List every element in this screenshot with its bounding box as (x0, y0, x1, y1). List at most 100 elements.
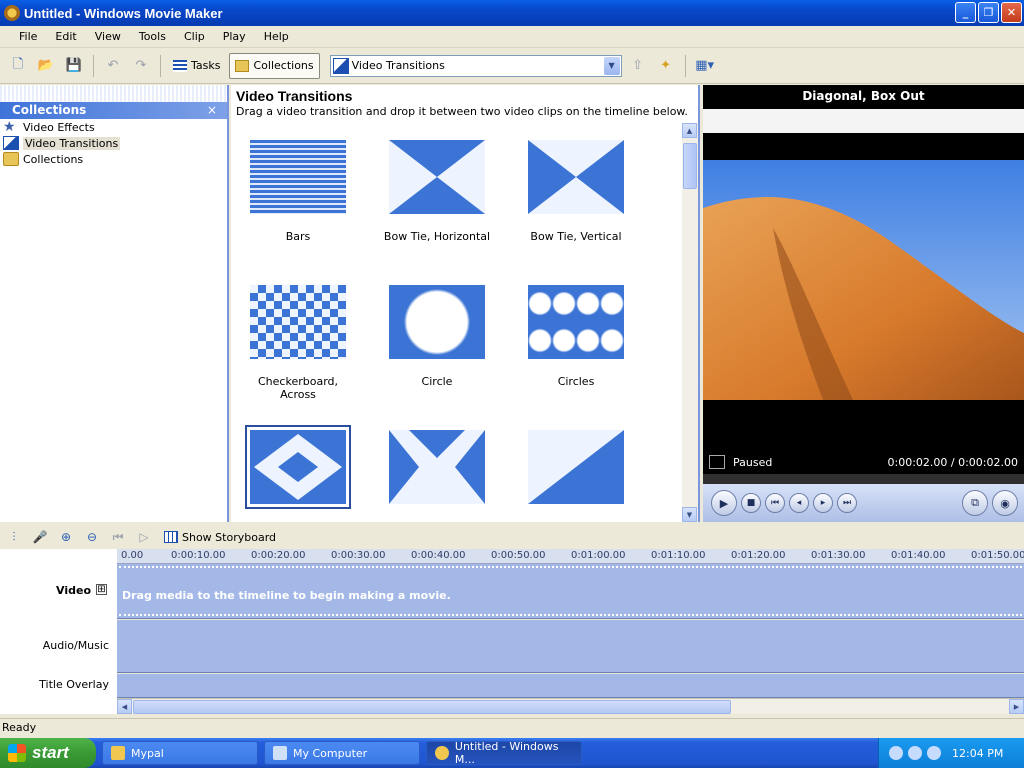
security-icon[interactable] (927, 746, 941, 760)
toolbar-separator (684, 54, 686, 77)
next-frame-button[interactable]: ⏭ (837, 493, 857, 513)
scroll-down-icon[interactable]: ▼ (682, 507, 697, 522)
up-level-icon[interactable]: ⇧ (626, 54, 650, 78)
bow-tie-vertical-graphic (528, 140, 624, 214)
zoom-in-icon[interactable]: ⊕ (56, 528, 76, 546)
contents-scrollbar[interactable]: ▲ ▼ (682, 123, 698, 522)
taskbar-item-movie-maker[interactable]: Untitled - Windows M... (426, 740, 582, 766)
playback-time: 0:00:02.00 / 0:00:02.00 (887, 455, 1019, 469)
windows-logo-icon (8, 744, 26, 762)
menu-edit[interactable]: Edit (46, 30, 85, 43)
taskbar-item-mypal[interactable]: Mypal (102, 741, 258, 765)
start-button[interactable]: start (0, 738, 96, 768)
menu-bar: File Edit View Tools Clip Play Help (0, 26, 1024, 48)
scroll-left-icon[interactable]: ◀ (117, 699, 132, 714)
taskbar-item-label: Untitled - Windows M... (454, 740, 559, 766)
toolbar-separator (93, 54, 94, 77)
fullscreen-icon[interactable] (709, 455, 725, 469)
ruler-tick: 0:00:20.00 (251, 550, 306, 561)
stop-button[interactable]: ■ (741, 493, 761, 513)
menu-play[interactable]: Play (214, 30, 255, 43)
close-pane-icon[interactable]: × (207, 102, 217, 119)
collection-item-video-effects[interactable]: ★ Video Effects (0, 119, 227, 135)
desert-dune-preview (703, 133, 1024, 479)
show-storyboard-button[interactable]: Show Storyboard (164, 531, 276, 544)
collections-button[interactable]: Collections (229, 52, 320, 79)
new-collection-folder-icon[interactable]: ✦ (654, 54, 678, 78)
transition-bars[interactable]: Bars (239, 140, 357, 243)
timeline-scrollbar[interactable]: ◀ ▶ (117, 698, 1024, 714)
network-icon[interactable] (889, 746, 903, 760)
close-button[interactable]: ✕ (1001, 2, 1022, 23)
set-audio-levels-icon[interactable]: ⫶ (4, 528, 24, 546)
rewind-timeline-icon[interactable]: ⏮ (108, 528, 128, 546)
split-clip-button[interactable]: ⧉ (962, 490, 988, 516)
open-project-icon[interactable]: 📂 (34, 54, 58, 78)
video-track[interactable]: Drag media to the timeline to begin maki… (117, 564, 1024, 619)
seek-bar[interactable] (703, 474, 1024, 484)
new-project-icon[interactable]: 🗋 (6, 54, 30, 78)
circles-thumbnail (528, 285, 624, 359)
menu-view[interactable]: View (86, 30, 130, 43)
audio-music-track[interactable] (117, 620, 1024, 673)
play-timeline-icon[interactable]: ▷ (134, 528, 154, 546)
ruler-tick: 0:00:50.00 (491, 550, 546, 561)
transition-checkerboard-across[interactable]: Checkerboard, Across (239, 285, 357, 401)
taskbar-item-my-computer[interactable]: My Computer (264, 741, 420, 765)
status-bar: Ready (0, 718, 1024, 738)
save-project-icon[interactable]: 💾 (62, 54, 86, 78)
collection-item-video-transitions[interactable]: Video Transitions (0, 135, 227, 151)
transition-diagonal-box-out[interactable] (239, 425, 357, 520)
transition-label: Circle (421, 375, 453, 388)
timeline-ruler[interactable]: 0.00 0:00:10.00 0:00:20.00 0:00:30.00 0:… (117, 549, 1024, 564)
ruler-tick: 0:01:20.00 (731, 550, 786, 561)
forward-button[interactable]: ▸ (813, 493, 833, 513)
diagonal-box-out-graphic (250, 430, 346, 504)
volume-icon[interactable] (908, 746, 922, 760)
bow-tie-vertical-thumbnail (528, 140, 624, 214)
menu-clip[interactable]: Clip (175, 30, 214, 43)
diagonal-cross-graphic (389, 430, 485, 504)
take-picture-button[interactable]: ◉ (992, 490, 1018, 516)
diagonal-down-right-graphic (528, 430, 624, 504)
transition-bow-tie-horizontal[interactable]: Bow Tie, Horizontal (378, 140, 496, 243)
title-overlay-track-label: Title Overlay (39, 678, 109, 691)
transition-diagonal-cross-out[interactable] (378, 430, 496, 520)
storyboard-label: Show Storyboard (182, 530, 276, 544)
scroll-up-icon[interactable]: ▲ (682, 123, 697, 138)
timeline-scroll-thumb[interactable] (133, 700, 731, 714)
collection-item-collections[interactable]: Collections (0, 151, 227, 167)
transition-bow-tie-vertical[interactable]: Bow Tie, Vertical (517, 140, 635, 243)
tasks-button[interactable]: Tasks (168, 53, 225, 79)
taskbar-item-label: My Computer (293, 746, 368, 760)
transition-diagonal-down-right[interactable] (517, 430, 635, 520)
transition-label: Bow Tie, Vertical (530, 230, 622, 243)
undo-icon[interactable]: ↶ (101, 54, 125, 78)
collection-location-dropdown[interactable]: Video Transitions ▼ (329, 54, 622, 77)
zoom-out-icon[interactable]: ⊖ (82, 528, 102, 546)
transition-circle[interactable]: Circle (378, 285, 496, 388)
chevron-down-icon[interactable]: ▼ (603, 56, 620, 75)
expand-video-track-icon[interactable]: ⊞ (96, 584, 107, 595)
previous-frame-button[interactable]: ⏮ (765, 493, 785, 513)
redo-icon[interactable]: ↷ (129, 54, 153, 78)
menu-help[interactable]: Help (255, 30, 298, 43)
narrate-timeline-icon[interactable]: 🎤 (30, 528, 50, 546)
scroll-thumb[interactable] (683, 143, 697, 189)
transition-label: Checkerboard, Across (258, 375, 338, 401)
menu-file[interactable]: File (10, 30, 46, 43)
rewind-button[interactable]: ◂ (789, 493, 809, 513)
transition-circles[interactable]: Circles (517, 285, 635, 388)
views-icon[interactable]: ▦▾ (693, 54, 717, 78)
track-labels: Video ⊞ Audio/Music Title Overlay (0, 549, 117, 714)
title-overlay-track[interactable] (117, 674, 1024, 698)
scroll-right-icon[interactable]: ▶ (1009, 699, 1024, 714)
maximize-button[interactable]: ❐ (978, 2, 999, 23)
collections-pane: Collections × ★ Video Effects Video Tran… (0, 85, 229, 522)
circle-thumbnail (389, 285, 485, 359)
diagonal-down-right-thumbnail (528, 430, 624, 504)
window-controls: _ ❐ ✕ (955, 2, 1022, 23)
minimize-button[interactable]: _ (955, 2, 976, 23)
play-button[interactable]: ▶ (711, 490, 737, 516)
menu-tools[interactable]: Tools (130, 30, 175, 43)
